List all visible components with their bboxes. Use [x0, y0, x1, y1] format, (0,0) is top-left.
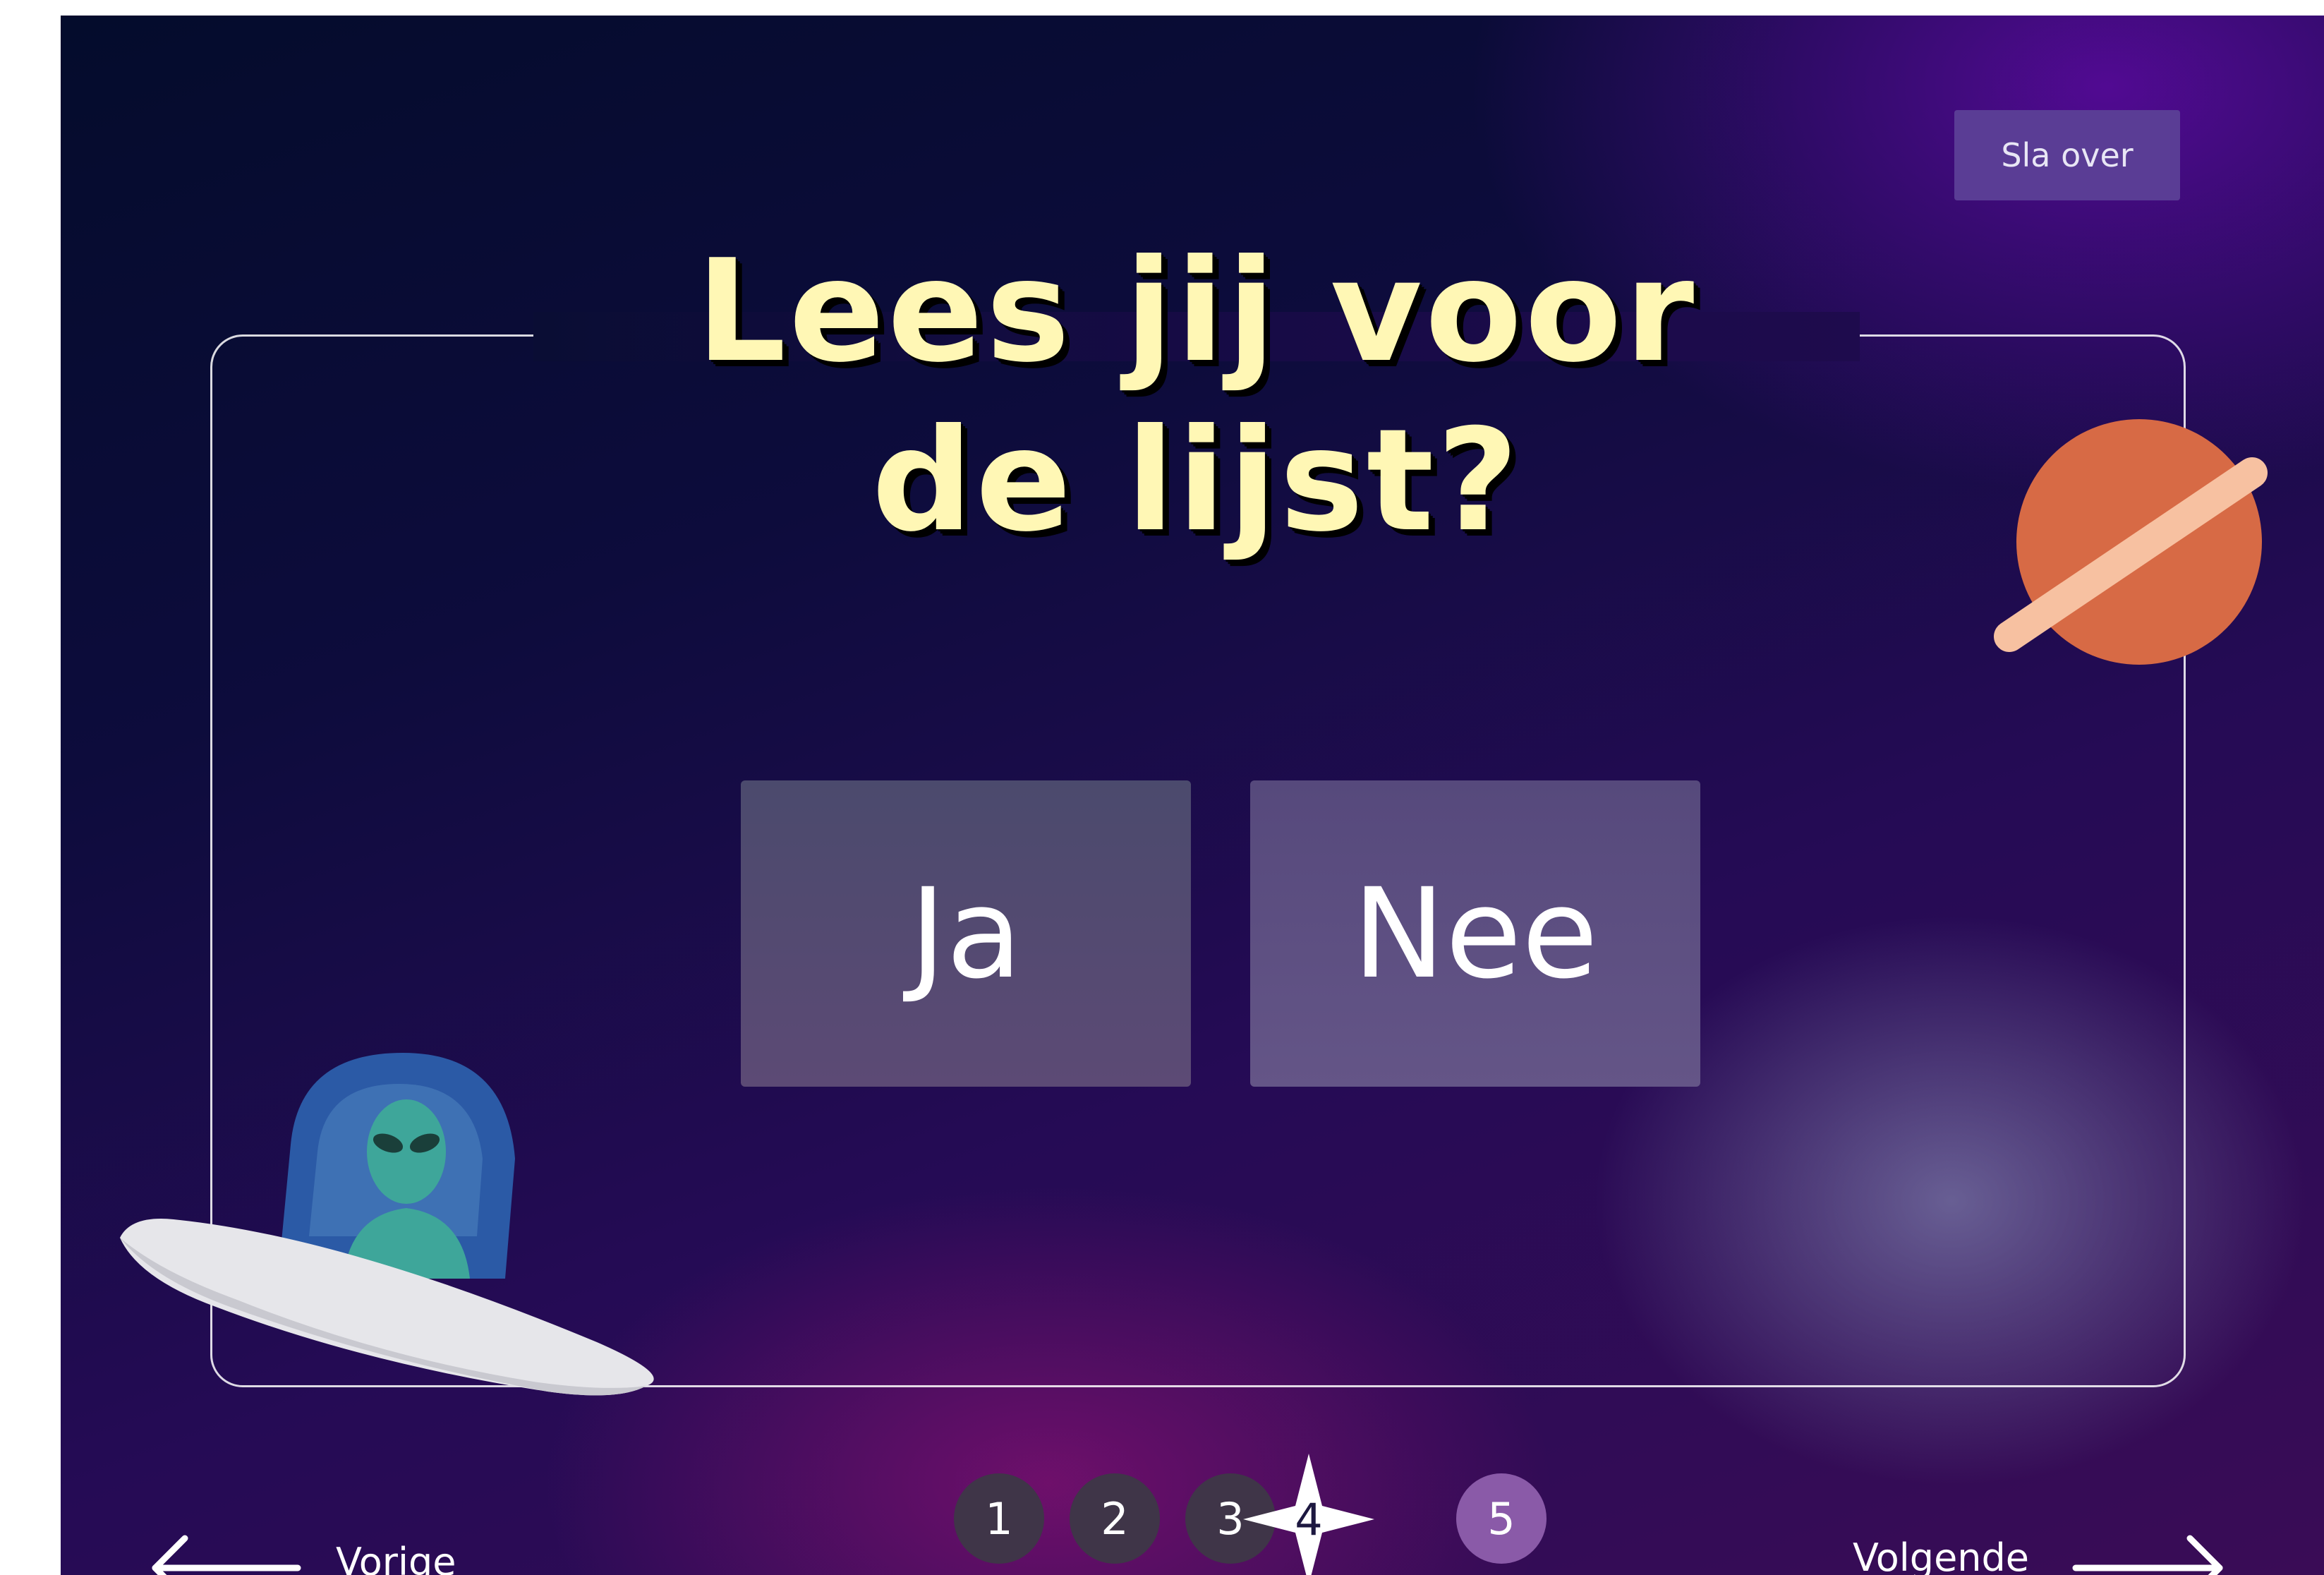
question-title: Lees jij voor de lijst?: [413, 227, 1980, 566]
page-5-button[interactable]: 5: [1456, 1473, 1547, 1564]
pagination: 1 2 3 4 5: [893, 1434, 1606, 1575]
answer-no-button[interactable]: Nee: [1250, 780, 1700, 1087]
page-2-button[interactable]: 2: [1070, 1473, 1160, 1564]
quiz-screen: Sla over Lees jij voor de lijst? Ja Nee …: [61, 16, 2324, 1575]
answer-yes-button[interactable]: Ja: [741, 780, 1191, 1087]
next-label: Volgende: [1853, 1535, 2030, 1575]
page-4-label: 4: [1295, 1493, 1323, 1545]
arrow-right-icon: [2072, 1535, 2223, 1575]
planet-icon: [1994, 419, 2268, 665]
question-line-2: de lijst?: [871, 399, 1522, 563]
page-1-button[interactable]: 1: [954, 1473, 1044, 1564]
question-line-1: Lees jij voor: [696, 229, 1697, 394]
previous-label: Vorige: [336, 1540, 456, 1575]
page-4-current[interactable]: 4: [1243, 1454, 1374, 1575]
arrow-left-icon: [152, 1535, 301, 1575]
answer-options: Ja Nee: [741, 780, 1706, 1087]
ufo-alien-icon: [120, 1053, 654, 1396]
skip-button[interactable]: Sla over: [1954, 110, 2180, 200]
